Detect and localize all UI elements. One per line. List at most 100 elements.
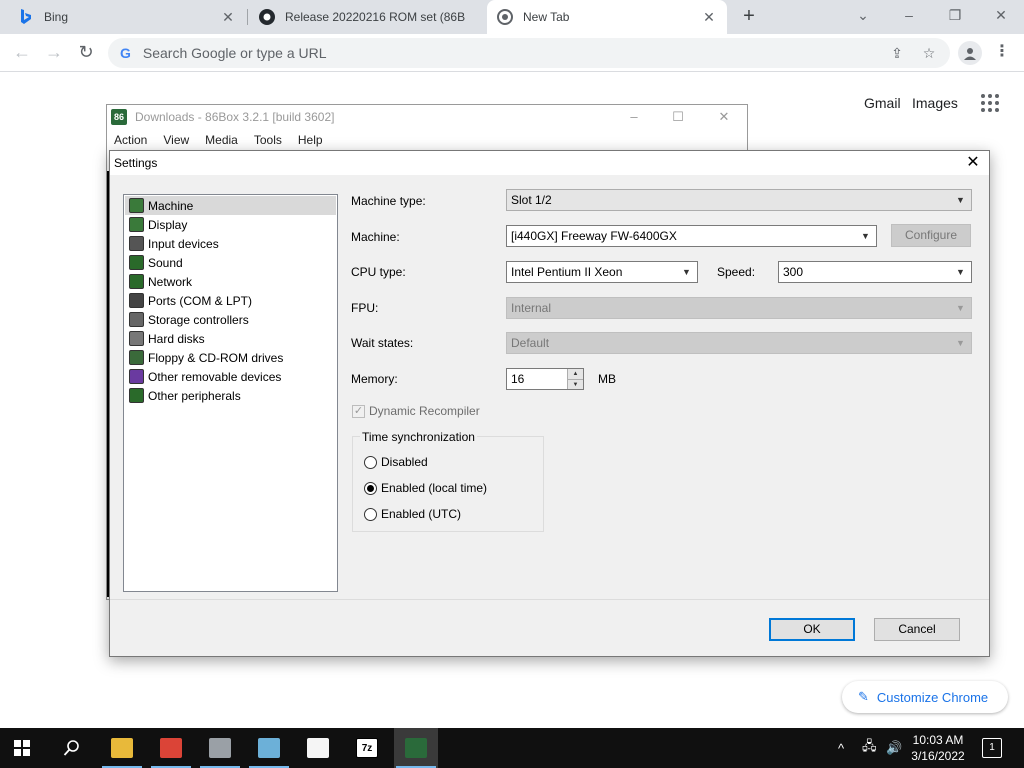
restore-icon[interactable]: ❐ <box>940 4 970 28</box>
category-item[interactable]: Network <box>125 272 336 291</box>
close-icon[interactable]: ✕ <box>220 9 236 26</box>
speed-value: 300 <box>783 265 804 279</box>
taskbar-app[interactable] <box>394 728 438 768</box>
menu-help[interactable]: Help <box>298 133 323 147</box>
tab-new-tab[interactable]: New Tab ✕ <box>487 0 727 34</box>
maximize-icon[interactable]: ☐ <box>663 108 693 126</box>
notification-icon[interactable]: 1 <box>982 738 1002 758</box>
taskbar-app[interactable] <box>198 728 242 768</box>
category-item[interactable]: Ports (COM & LPT) <box>125 291 336 310</box>
taskbar-app[interactable] <box>149 728 193 768</box>
close-icon[interactable]: ✕ <box>701 9 717 26</box>
menu-view[interactable]: View <box>163 133 189 147</box>
omnibox[interactable]: G ⇪ ☆ <box>108 38 950 68</box>
tab-search-chevron-icon[interactable]: ⌄ <box>848 4 878 28</box>
spin-up-icon[interactable]: ▲ <box>568 369 583 379</box>
dialog-close-icon[interactable]: ✕ <box>963 153 983 173</box>
minimize-icon[interactable]: – <box>894 4 924 28</box>
category-item[interactable]: Hard disks <box>125 329 336 348</box>
86box-menu-bar: Action View Media Tools Help <box>107 129 747 151</box>
taskbar: 7z ^ 🖧 🔊 10:03 AM 3/16/2022 1 <box>0 728 1024 768</box>
machine-type-select[interactable]: Slot 1/2 ▼ <box>506 189 972 211</box>
removable-devices-icon <box>129 369 144 384</box>
category-item[interactable]: Display <box>125 215 336 234</box>
file-explorer-icon <box>111 738 133 758</box>
menu-action[interactable]: Action <box>114 133 147 147</box>
search-input[interactable] <box>140 44 950 62</box>
speed-select[interactable]: 300 ▼ <box>778 261 972 283</box>
category-item[interactable]: Floppy & CD-ROM drives <box>125 348 336 367</box>
machine-type-value: Slot 1/2 <box>511 193 552 207</box>
cpu-type-select[interactable]: Intel Pentium II Xeon ▼ <box>506 261 698 283</box>
category-item[interactable]: Machine <box>125 196 336 215</box>
ok-button[interactable]: OK <box>769 618 855 641</box>
fpu-value: Internal <box>511 301 552 315</box>
category-item[interactable]: Storage controllers <box>125 310 336 329</box>
clock-date: 3/16/2022 <box>911 749 965 763</box>
customize-chrome-button[interactable]: ✎ Customize Chrome <box>842 681 1008 713</box>
cpu-type-value: Intel Pentium II Xeon <box>511 265 623 279</box>
machine-type-label: Machine type: <box>351 194 426 208</box>
dynamic-recompiler-checkbox[interactable]: ✓ Dynamic Recompiler <box>352 404 480 418</box>
share-icon[interactable]: ⇪ <box>886 42 908 64</box>
wait-states-select[interactable]: Default ▼ <box>506 332 972 354</box>
images-link[interactable]: Images <box>912 95 958 111</box>
category-item[interactable]: Input devices <box>125 234 336 253</box>
fpu-select[interactable]: Internal ▼ <box>506 297 972 319</box>
memory-spinbox[interactable]: 16 ▲ ▼ <box>506 368 584 390</box>
category-item[interactable]: Other removable devices <box>125 367 336 386</box>
category-item[interactable]: Other peripherals <box>125 386 336 405</box>
configure-button[interactable]: Configure <box>891 224 971 247</box>
taskbar-app[interactable] <box>296 728 340 768</box>
taskbar-app[interactable] <box>100 728 144 768</box>
clock[interactable]: 10:03 AM 3/16/2022 <box>906 732 970 764</box>
tab-rom-release[interactable]: Release 20220216 ROM set (86B <box>249 0 485 34</box>
category-item[interactable]: Sound <box>125 253 336 272</box>
menu-tools[interactable]: Tools <box>254 133 282 147</box>
radio-enabled-local[interactable]: Enabled (local time) <box>364 481 487 495</box>
speed-label: Speed: <box>717 265 756 279</box>
radio-enabled-utc[interactable]: Enabled (UTC) <box>364 507 461 521</box>
taskbar-app[interactable]: 7z <box>345 728 389 768</box>
gmail-link[interactable]: Gmail <box>864 95 901 111</box>
taskbar-app[interactable] <box>247 728 291 768</box>
spin-down-icon[interactable]: ▼ <box>568 379 583 389</box>
forward-arrow-icon[interactable]: → <box>42 41 66 65</box>
reload-icon[interactable]: ↻ <box>74 41 98 65</box>
memory-spin-buttons[interactable]: ▲ ▼ <box>567 369 583 389</box>
google-g-icon: G <box>120 45 131 61</box>
tab-title: Release 20220216 ROM set (86B <box>285 10 466 24</box>
menu-media[interactable]: Media <box>205 133 238 147</box>
bookmark-star-icon[interactable]: ☆ <box>918 42 940 64</box>
paint-icon <box>209 738 231 758</box>
cancel-button[interactable]: Cancel <box>874 618 960 641</box>
radio-disabled[interactable]: Disabled <box>364 455 428 469</box>
category-label: Display <box>148 217 188 232</box>
minimize-icon[interactable]: – <box>619 108 649 126</box>
new-tab-plus-icon[interactable]: + <box>738 5 760 29</box>
volume-icon[interactable]: 🔊 <box>886 728 902 768</box>
start-button[interactable] <box>0 728 44 768</box>
google-apps-grid-icon[interactable] <box>981 94 999 112</box>
window-close-icon[interactable]: ✕ <box>986 4 1016 28</box>
network-tray-icon[interactable]: 🖧 <box>862 728 877 768</box>
back-arrow-icon[interactable]: ← <box>10 41 34 65</box>
chevron-down-icon: ▼ <box>956 303 965 313</box>
category-label: Input devices <box>148 236 219 251</box>
machine-value: [i440GX] Freeway FW-6400GX <box>511 229 677 243</box>
dynamic-recompiler-label: Dynamic Recompiler <box>369 404 480 418</box>
search-button[interactable] <box>50 728 94 768</box>
tab-bing[interactable]: Bing ✕ <box>8 0 246 34</box>
show-hidden-icons-chevron-icon[interactable]: ^ <box>838 728 844 768</box>
chevron-down-icon: ▼ <box>861 231 870 241</box>
menu-kebab-icon[interactable]: ⋮ <box>994 41 1010 65</box>
window-close-icon[interactable]: ✕ <box>709 108 739 126</box>
machine-select[interactable]: [i440GX] Freeway FW-6400GX ▼ <box>506 225 877 247</box>
chevron-down-icon: ▼ <box>956 267 965 277</box>
tab-title: Bing <box>44 10 69 24</box>
photos-icon <box>307 738 329 758</box>
category-list[interactable]: Machine Display Input devices Sound Network P… <box>123 194 338 592</box>
checkmark-icon: ✓ <box>352 404 365 418</box>
radio-circle-selected <box>364 481 377 495</box>
profile-avatar-icon[interactable] <box>958 41 982 65</box>
